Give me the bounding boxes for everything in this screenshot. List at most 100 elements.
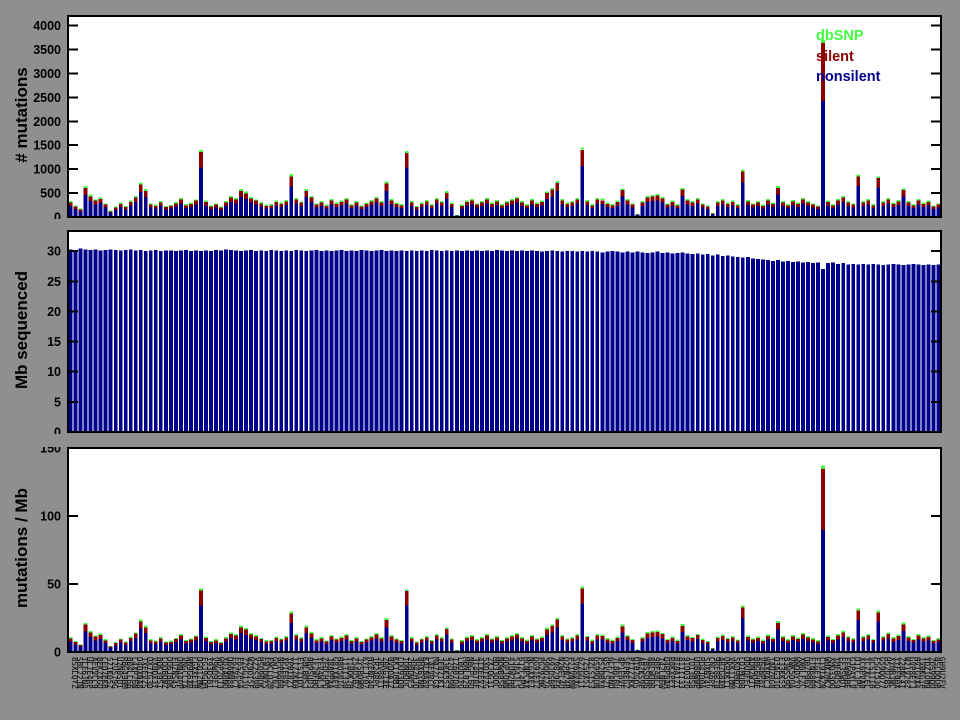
bar-segment (93, 204, 98, 217)
bar-segment (123, 205, 128, 207)
bar-segment (399, 205, 404, 208)
bar-segment (786, 207, 790, 217)
bar-segment (720, 204, 725, 217)
bar-segment (394, 638, 399, 640)
bar-segment (103, 203, 108, 205)
bar-segment (891, 263, 896, 432)
bar-segment (750, 258, 755, 432)
bar-segment (284, 201, 289, 206)
bar-segment (68, 202, 73, 206)
bar-segment (690, 202, 695, 206)
bar-segment (906, 205, 911, 217)
bar-segment (244, 634, 249, 652)
bar-segment (194, 200, 198, 205)
bar-segment (665, 638, 670, 641)
bar-segment (424, 205, 429, 217)
bar-segment (254, 200, 259, 205)
bar-segment (911, 207, 916, 217)
bar-segment (695, 635, 700, 640)
bar-segment (881, 637, 886, 641)
bar-segment (354, 637, 359, 639)
bar-segment (88, 249, 93, 432)
bar-segment (304, 625, 309, 628)
bar-segment (419, 638, 424, 640)
bar-segment (173, 203, 178, 207)
bar-segment (113, 206, 118, 208)
bar-segment (816, 208, 820, 217)
bar-segment (760, 643, 765, 652)
bar-segment (500, 205, 504, 208)
y-tick-label: 15 (47, 335, 61, 349)
legend-label-silent: silent (816, 48, 854, 65)
bar-segment (88, 632, 93, 638)
bar-segment (369, 205, 374, 217)
bar-segment (881, 205, 886, 217)
bar-segment (645, 632, 650, 634)
bar-segment (379, 205, 384, 217)
bar-segment (399, 207, 404, 217)
bar-segment (419, 206, 424, 217)
bar-segment (921, 637, 926, 639)
bar-segment (163, 644, 168, 652)
y-tick-label: 30 (47, 245, 61, 259)
bar-segment (730, 636, 735, 638)
bar-segment (98, 250, 103, 432)
bar-segment (730, 202, 735, 206)
bar-segment (354, 201, 359, 203)
bar-segment (700, 638, 705, 640)
bar-segment (705, 208, 710, 217)
bar-segment (595, 635, 600, 640)
bar-segment (851, 204, 856, 208)
bar-segment (314, 203, 319, 205)
bar-segment (334, 639, 339, 643)
bar-segment (394, 642, 399, 652)
x-axis-sample-labels: 8SXLQYZSHL22JNTLE6JN4UL7E4RPAEVVCC9BEKZX… (70, 657, 947, 689)
bar-segment (675, 205, 680, 208)
bar-segment (776, 629, 780, 652)
bar-segment (505, 205, 509, 217)
bar-segment (449, 202, 454, 204)
bar-segment (404, 167, 409, 217)
bar-segment (364, 206, 369, 217)
bar-segment (78, 208, 83, 210)
bar-segment (525, 640, 529, 644)
bar-segment (570, 205, 575, 217)
bar-segment (670, 637, 675, 641)
bar-segment (78, 645, 83, 647)
bar-segment (786, 260, 790, 432)
bar-segment (595, 251, 600, 432)
bar-segment (520, 202, 524, 206)
bar-segment (801, 199, 805, 204)
bar-segment (801, 262, 805, 432)
bar-segment (730, 256, 735, 432)
bar-segment (108, 210, 113, 212)
bar-segment (655, 636, 660, 652)
bar-segment (500, 639, 504, 641)
bar-segment (98, 633, 103, 636)
bar-segment (585, 201, 590, 206)
bar-segment (550, 187, 555, 190)
bar-segment (685, 200, 690, 205)
bar-segment (786, 642, 790, 652)
bar-segment (771, 206, 775, 217)
bar-segment (309, 196, 314, 198)
bar-segment (926, 640, 931, 652)
bar-segment (585, 640, 590, 652)
bar-segment (705, 640, 710, 642)
bar-segment (138, 192, 143, 217)
bar-segment (444, 250, 449, 432)
bar-segment (540, 202, 545, 206)
bar-segment (349, 204, 354, 206)
bar-segment (555, 180, 560, 183)
bar-segment (449, 642, 454, 652)
bar-segment (760, 205, 765, 209)
bar-segment (158, 641, 163, 652)
bar-segment (660, 632, 665, 635)
legend: dbSNP silent nonsilent (816, 26, 880, 88)
bar-segment (495, 635, 499, 638)
bar-segment (148, 207, 153, 217)
bar-segment (419, 639, 424, 643)
bar-segment (490, 642, 494, 652)
bar-segment (861, 637, 866, 641)
bar-segment (740, 171, 745, 183)
